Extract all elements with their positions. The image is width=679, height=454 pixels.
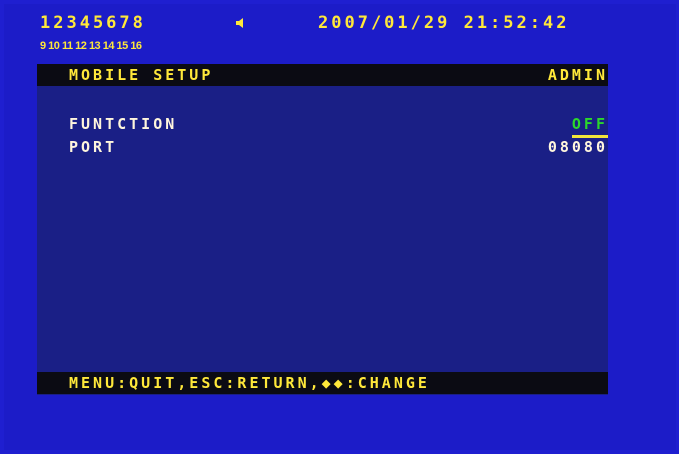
menu-footer: MENU:QUIT,ESC:RETURN,◆◆:CHANGE bbox=[37, 372, 608, 394]
menu-user-label: ADMIN bbox=[547, 66, 608, 84]
mobile-setup-menu: MOBILE SETUP ADMIN FUNTCTION OFF PORT 08… bbox=[37, 64, 608, 395]
datetime-display: 2007/01/29 21:52:42 bbox=[318, 13, 570, 33]
footer-hint: MENU:QUIT,ESC:RETURN,◆◆:CHANGE bbox=[69, 374, 430, 392]
setting-value-function[interactable]: OFF bbox=[571, 114, 608, 138]
setting-row-port[interactable]: PORT 08080 bbox=[37, 137, 608, 159]
menu-header: MOBILE SETUP ADMIN bbox=[37, 64, 608, 86]
channel-numbers-top: 12345678 bbox=[40, 13, 146, 33]
menu-title: MOBILE SETUP bbox=[69, 66, 214, 84]
setting-row-function[interactable]: FUNTCTION OFF bbox=[37, 114, 608, 138]
setting-value-port[interactable]: 08080 bbox=[548, 137, 608, 157]
channel-numbers-bottom: 9 10 11 12 13 14 15 16 bbox=[40, 40, 142, 52]
speaker-icon bbox=[236, 18, 243, 28]
setting-label-port: PORT bbox=[69, 138, 118, 156]
setting-label-function: FUNTCTION bbox=[69, 115, 178, 133]
